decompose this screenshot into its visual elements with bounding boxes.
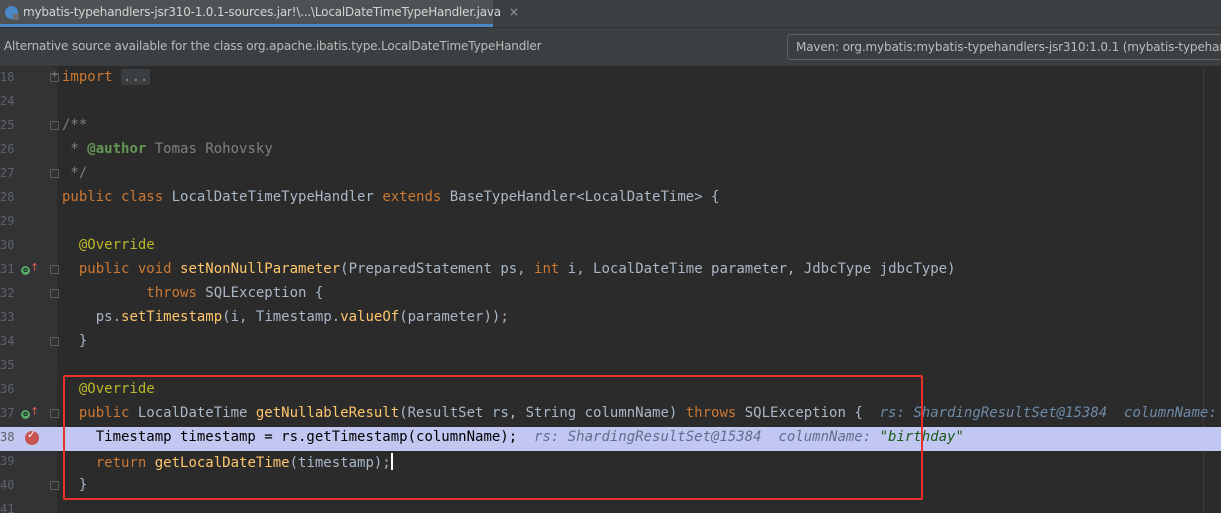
code-editor[interactable]: 18 import ... 24 25 /** 26 * @author Tom… <box>0 67 1221 513</box>
code-token: (parameter)); <box>399 309 509 325</box>
line-number: 25 <box>0 118 15 132</box>
line-number: 34 <box>0 334 15 348</box>
line-number: 18 <box>0 70 15 84</box>
banner-message: Alternative source available for the cla… <box>4 39 542 53</box>
annotation: @Override <box>78 381 155 397</box>
editor-tab-bar: mybatis-typehandlers-jsr310-1.0.1-source… <box>0 0 1221 28</box>
keyword: return <box>95 455 147 471</box>
debug-hint-value: "birthday" <box>879 429 964 445</box>
line-number: 26 <box>0 142 15 156</box>
line-number: 35 <box>0 358 15 372</box>
fold-collapse-icon[interactable] <box>50 337 59 346</box>
code-line: 28 public class LocalDateTimeTypeHandler… <box>0 187 1221 211</box>
code-line: 34 } <box>0 331 1221 355</box>
code-token: (timestamp); <box>289 455 391 471</box>
line-number: 38 <box>0 430 15 444</box>
code-line: 39 return getLocalDateTime(timestamp); <box>0 451 1221 475</box>
code-line: 35 <box>0 355 1221 379</box>
params: (ResultSet rs, String columnName) <box>399 405 686 421</box>
line-number: 30 <box>0 238 15 252</box>
method-call: valueOf <box>340 309 400 325</box>
close-tab-icon[interactable]: × <box>509 5 519 19</box>
line-number: 32 <box>0 286 15 300</box>
code-line: 18 import ... <box>0 67 1221 91</box>
code-line: 36 @Override <box>0 379 1221 403</box>
line-number: 31 <box>0 262 15 276</box>
breakpoint-icon[interactable]: ✓ <box>25 428 39 445</box>
overrides-method-icon[interactable]: o ↑ <box>21 261 39 278</box>
fold-collapse-icon[interactable] <box>50 121 59 130</box>
code-line: 40 } <box>0 475 1221 499</box>
doc-tag: @author <box>87 141 147 157</box>
code-line: 24 <box>0 91 1221 115</box>
method-name: getNullableResult <box>255 405 400 421</box>
line-number: 37 <box>0 406 15 420</box>
fold-expand-icon[interactable] <box>50 70 59 82</box>
code-line: 37 o ↑ public LocalDateTime getNullableRe… <box>0 403 1221 427</box>
keyword: throws <box>146 285 197 301</box>
line-number: 28 <box>0 190 15 204</box>
text-caret <box>390 453 393 470</box>
current-execution-line: 38 ✓ Timestamp timestamp = rs.getTimesta… <box>0 427 1221 451</box>
method-name: setNonNullParameter <box>180 261 341 277</box>
code-token: (i, Timestamp. <box>222 309 341 325</box>
code-statement: Timestamp timestamp = rs.getTimestamp(co… <box>95 429 518 445</box>
tab-title: mybatis-typehandlers-jsr310-1.0.1-source… <box>23 5 501 19</box>
debug-inline-hint: rs: ShardingResultSet@15384 columnName: <box>534 429 880 445</box>
line-number: 41 <box>0 502 15 513</box>
method-call: getLocalDateTime <box>154 455 290 471</box>
keyword: int <box>534 261 560 277</box>
keyword: public class <box>62 189 164 205</box>
line-number: 24 <box>0 94 15 108</box>
doc-comment-end: */ <box>62 165 88 181</box>
method-call: setTimestamp <box>121 309 223 325</box>
line-number: 33 <box>0 310 15 324</box>
return-type: LocalDateTime <box>129 405 256 421</box>
params: i, LocalDateTime parameter, JdbcType jdb… <box>559 261 956 277</box>
fold-collapse-icon[interactable] <box>50 289 59 298</box>
keyword: public void <box>78 261 172 277</box>
line-number: 36 <box>0 382 15 396</box>
line-number: 27 <box>0 166 15 180</box>
alternative-source-banner: Alternative source available for the cla… <box>0 28 1221 67</box>
code-line: 41 <box>0 499 1221 513</box>
closing-brace: } <box>78 333 88 349</box>
editor-tab[interactable]: mybatis-typehandlers-jsr310-1.0.1-source… <box>0 0 519 27</box>
code-line: 31 o ↑ public void setNonNullParameter(Pr… <box>0 259 1221 283</box>
code-token: ps. <box>95 309 122 325</box>
code-line: 33 ps.setTimestamp(i, Timestamp.valueOf(… <box>0 307 1221 331</box>
closing-brace: } <box>78 477 88 493</box>
doc-author: Tomas Rohovsky <box>146 141 273 157</box>
doc-comment-prefix: * <box>62 141 88 157</box>
java-class-icon <box>5 5 19 20</box>
line-number: 40 <box>0 478 15 492</box>
keyword: public <box>78 405 130 421</box>
code-line: 30 @Override <box>0 235 1221 259</box>
line-number: 29 <box>0 214 15 228</box>
annotation: @Override <box>78 237 155 253</box>
params: (PreparedStatement ps, <box>340 261 535 277</box>
fold-collapse-icon[interactable] <box>50 169 59 178</box>
fold-collapse-icon[interactable] <box>50 265 59 274</box>
line-number: 39 <box>0 454 15 468</box>
code-line: 25 /** <box>0 115 1221 139</box>
fold-collapse-icon[interactable] <box>50 481 59 490</box>
keyword: extends <box>382 189 442 205</box>
code-line: 29 <box>0 211 1221 235</box>
overrides-method-icon[interactable]: o ↑ <box>21 405 39 422</box>
superclass: BaseTypeHandler<LocalDateTime> { <box>441 189 720 205</box>
exception: SQLException { <box>196 285 324 301</box>
doc-comment-start: /** <box>62 117 88 133</box>
exception: SQLException { <box>736 405 863 421</box>
code-line: 32 throws SQLException { <box>0 283 1221 307</box>
class-name: LocalDateTimeTypeHandler <box>163 189 383 205</box>
keyword: import <box>62 69 113 85</box>
maven-source-dropdown[interactable]: Maven: org.mybatis:mybatis-typehandlers-… <box>787 34 1221 60</box>
keyword: throws <box>685 405 737 421</box>
fold-collapse-icon[interactable] <box>50 409 59 418</box>
debug-inline-hint: rs: ShardingResultSet@15384 columnName: … <box>879 405 1217 421</box>
code-line: 26 * @author Tomas Rohovsky <box>0 139 1221 163</box>
code-line: 27 */ <box>0 163 1221 187</box>
folded-imports[interactable]: ... <box>121 69 151 85</box>
